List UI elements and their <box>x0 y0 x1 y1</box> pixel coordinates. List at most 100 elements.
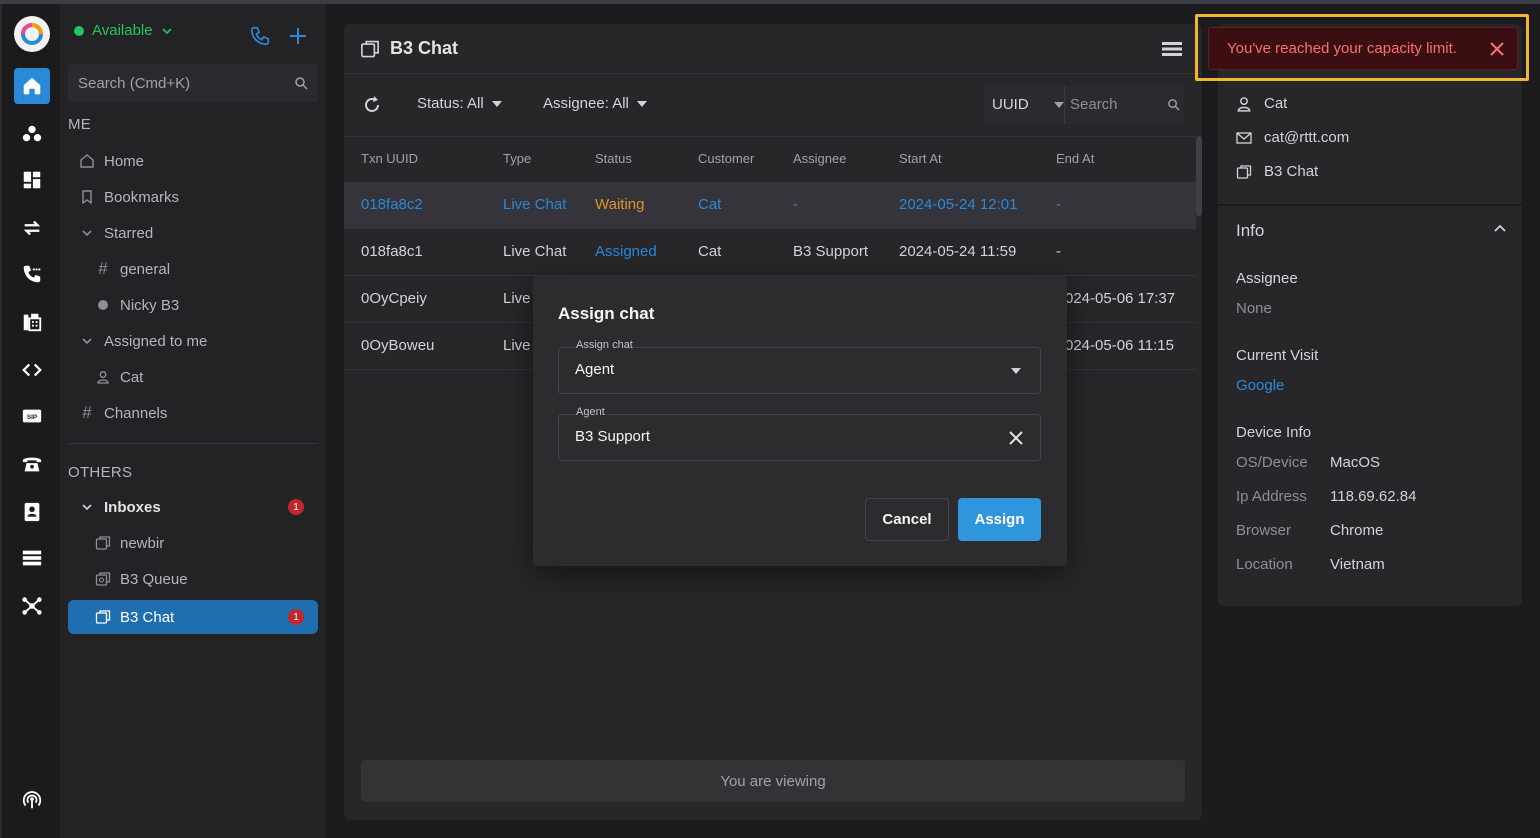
status-filter[interactable]: Status: All <box>417 95 502 112</box>
assign-type-select[interactable]: Assign chat Agent <box>558 339 1041 394</box>
uuid-select-value: UUID <box>992 96 1029 113</box>
chevron-up-icon[interactable] <box>1494 224 1506 232</box>
clear-icon[interactable] <box>1006 428 1026 448</box>
cell-type: Live Chat <box>503 196 567 213</box>
alert-text: You've reached your capacity limit. <box>1227 40 1457 57</box>
ip-value: 118.69.62.84 <box>1330 488 1417 505</box>
location-label: Location <box>1236 556 1293 573</box>
customer-email-row: cat@rttt.com <box>1236 129 1349 146</box>
caret-down-icon <box>636 100 647 107</box>
field-label: Assign chat <box>575 339 634 351</box>
cell-uuid: 018fa8c2 <box>361 196 423 213</box>
dialog-title: Assign chat <box>558 304 655 323</box>
assignee-filter[interactable]: Assignee: All <box>543 95 647 112</box>
agent-select[interactable]: Agent B3 Support <box>558 406 1041 461</box>
menu-icon[interactable] <box>1162 40 1182 58</box>
sidebar-item-b3-chat[interactable]: B3 Chat 1 <box>68 600 318 634</box>
assign-button[interactable]: Assign <box>958 498 1041 541</box>
field-label: Agent <box>575 406 606 418</box>
call-log-icon[interactable] <box>14 256 50 292</box>
table-row[interactable]: 018fa8c2 Live Chat Waiting Cat - 2024-05… <box>344 182 1196 229</box>
sidebar-item-label: Cat <box>120 368 144 386</box>
chevron-down-icon <box>162 27 172 34</box>
column-header[interactable]: Status <box>595 151 632 166</box>
column-header[interactable]: Customer <box>698 151 754 166</box>
column-header[interactable]: Txn UUID <box>361 151 418 166</box>
os-label: OS/Device <box>1236 454 1308 471</box>
cell-start: 2024-05-24 12:01 <box>899 196 1018 213</box>
code-icon[interactable] <box>14 352 50 388</box>
column-header[interactable]: Start At <box>899 151 942 166</box>
current-visit-link[interactable]: Google <box>1236 377 1284 394</box>
cell-start: 024-05-06 17:37 <box>1065 290 1176 307</box>
capacity-alert: You've reached your capacity limit. <box>1208 27 1518 70</box>
dashboard-icon[interactable] <box>14 162 50 198</box>
hash-icon: # <box>98 259 108 278</box>
sidebar-item-cat[interactable]: Cat <box>94 360 344 394</box>
sidebar-item-label: Bookmarks <box>104 188 180 206</box>
table-search-input[interactable]: Search <box>1070 96 1180 113</box>
add-icon[interactable] <box>286 24 310 48</box>
sidebar-item-starred[interactable]: Starred <box>78 216 328 250</box>
sidebar: Available Search (Cmd+K) ME Home Bookmar… <box>60 4 326 838</box>
info-title[interactable]: Info <box>1236 221 1264 241</box>
sidebar-item-label: B3 Queue <box>120 570 188 588</box>
input-divider <box>1064 86 1065 124</box>
device-info-label: Device Info <box>1236 424 1312 441</box>
presence-dot-icon <box>94 296 112 314</box>
home-icon[interactable] <box>14 68 50 104</box>
table-row[interactable]: 018fa8c1 Live Chat Assigned Cat B3 Suppo… <box>344 229 1196 276</box>
cell-assignee: B3 Support <box>793 243 869 260</box>
sidebar-item-newbir[interactable]: newbir <box>94 526 344 560</box>
column-header[interactable]: End At <box>1056 151 1094 166</box>
refresh-icon[interactable] <box>362 95 382 115</box>
field-value: B3 Support <box>575 428 651 445</box>
availability-status[interactable]: Available <box>74 22 173 39</box>
transfer-icon[interactable] <box>14 210 50 246</box>
unread-badge: 1 <box>288 499 304 515</box>
chevron-down-icon <box>78 224 96 242</box>
sidebar-divider <box>68 443 318 444</box>
close-icon[interactable] <box>1487 39 1507 59</box>
sidebar-item-b3-queue[interactable]: B3 Queue <box>94 562 344 596</box>
contacts-icon[interactable] <box>14 116 50 152</box>
phone-icon[interactable] <box>248 24 272 48</box>
sidebar-item-assigned-to-me[interactable]: Assigned to me <box>78 324 328 358</box>
app-logo[interactable] <box>14 16 50 52</box>
sidebar-item-label: Channels <box>104 404 168 422</box>
filter-bar: Status: All Assignee: All UUID Search <box>344 74 1202 136</box>
availability-label: Available <box>92 22 153 39</box>
viewing-bar: You are viewing <box>361 760 1185 802</box>
telephone-icon[interactable] <box>14 446 50 482</box>
sidebar-item-nicky-b3[interactable]: Nicky B3 <box>94 288 344 322</box>
address-book-icon[interactable] <box>14 494 50 530</box>
search-icon <box>1168 99 1180 111</box>
cancel-button[interactable]: Cancel <box>865 498 949 541</box>
sidebar-item-general[interactable]: # general <box>94 252 344 286</box>
chevron-down-icon <box>78 332 96 350</box>
fax-icon[interactable] <box>14 304 50 340</box>
chevron-down-icon <box>78 498 96 516</box>
sidebar-item-home[interactable]: Home <box>78 144 328 178</box>
sidebar-item-bookmarks[interactable]: Bookmarks <box>78 180 328 214</box>
chat-inbox-icon <box>1236 164 1252 179</box>
section-header-me: ME <box>68 116 92 133</box>
caret-down-icon <box>1006 361 1026 381</box>
sidebar-item-inboxes[interactable]: Inboxes 1 <box>78 490 318 524</box>
sidebar-item-channels[interactable]: # Channels <box>78 396 328 430</box>
sidebar-search-input[interactable]: Search (Cmd+K) <box>68 64 318 102</box>
column-header[interactable]: Type <box>503 151 531 166</box>
server-icon[interactable] <box>14 540 50 576</box>
sip-icon[interactable]: SIP <box>14 398 50 434</box>
table-scrollbar[interactable] <box>1196 136 1202 216</box>
caret-down-icon <box>491 100 502 107</box>
customer-email[interactable]: cat@rttt.com <box>1264 129 1349 146</box>
uuid-select[interactable]: UUID <box>992 96 1064 113</box>
sidebar-item-label: newbir <box>120 534 165 552</box>
browser-label: Browser <box>1236 522 1292 539</box>
broadcast-icon[interactable] <box>14 782 50 818</box>
column-header[interactable]: Assignee <box>793 151 846 166</box>
mail-icon <box>1236 131 1252 144</box>
integration-icon[interactable] <box>14 588 50 624</box>
cell-uuid: 0OyCpeiy <box>361 290 427 307</box>
